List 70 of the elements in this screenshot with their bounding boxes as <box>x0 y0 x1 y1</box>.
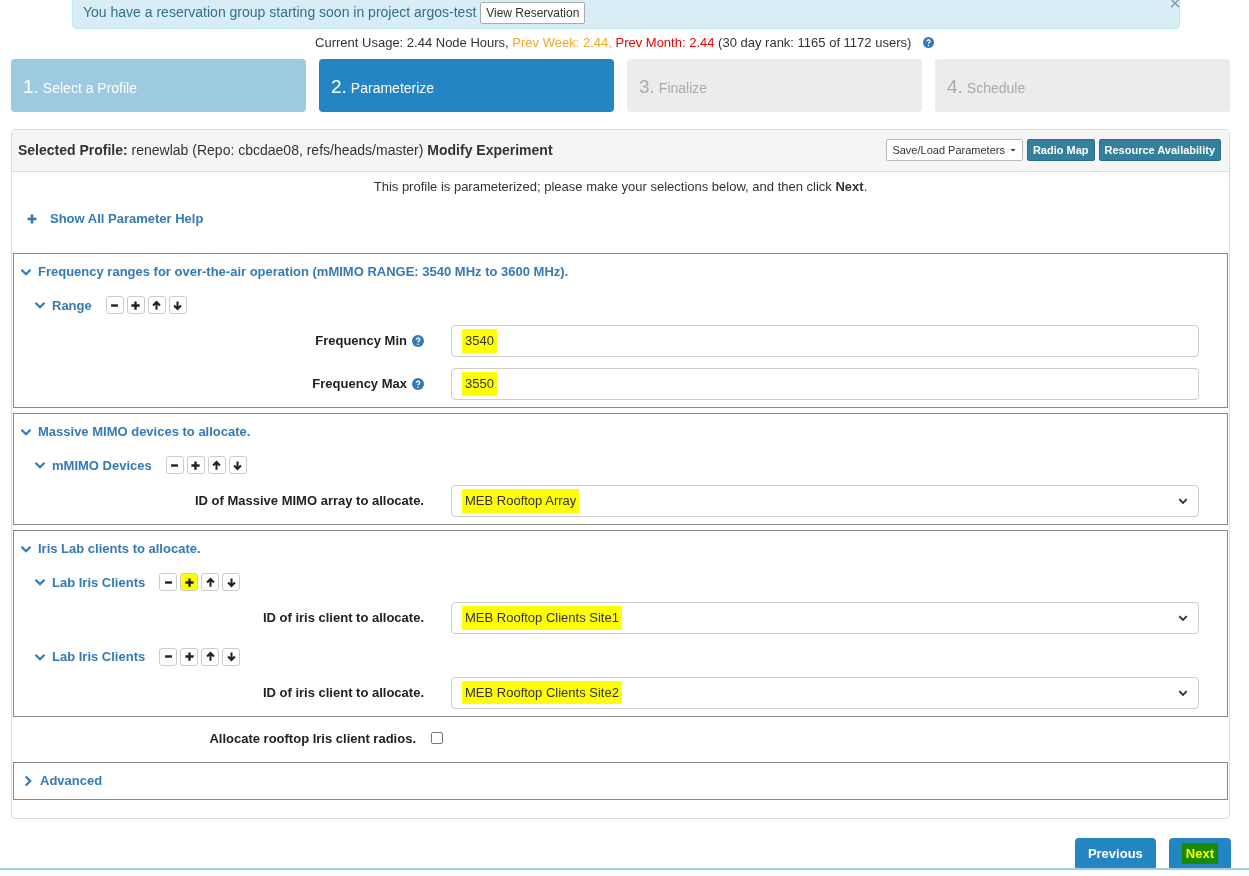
arrow-up-icon <box>204 576 216 588</box>
add-button[interactable] <box>180 647 199 666</box>
plus-icon <box>183 576 195 588</box>
chevron-down-icon <box>1178 613 1188 623</box>
move-down-button[interactable] <box>222 647 241 666</box>
nav-button[interactable]: Previous <box>1074 837 1156 870</box>
caret-icon <box>1008 146 1017 154</box>
expand-toggle[interactable] <box>22 774 34 787</box>
save-load-dropdown[interactable]: Save/Load Parameters <box>886 138 1023 162</box>
help-icon <box>922 37 934 48</box>
plus-icon <box>26 212 38 225</box>
wizard-step[interactable]: 2. Parameterize <box>319 58 614 112</box>
intro-text: This profile is parameterized; please make your selections below, and then click Next. <box>372 177 869 196</box>
nav-button[interactable]: Next <box>1168 837 1231 870</box>
add-button[interactable] <box>180 573 199 592</box>
select-field[interactable]: MEB Rooftop Array <box>451 485 1199 517</box>
arrow-down-icon <box>225 576 237 588</box>
arrow-down-icon <box>172 299 184 311</box>
arrow-up-icon <box>204 651 216 663</box>
panel-button[interactable]: Resource Availability <box>1098 138 1221 162</box>
view-reservation-button[interactable]: View Reservation <box>480 2 586 24</box>
select-field[interactable]: MEB Rooftop Clients Site2 <box>451 676 1199 709</box>
move-up-button[interactable] <box>201 573 220 592</box>
arrow-up-icon <box>211 459 223 471</box>
group-title[interactable]: Iris Lab clients to allocate. <box>38 539 201 559</box>
field-label: ID of iris client to allocate. <box>262 683 424 702</box>
field-label: ID of iris client to allocate. <box>262 609 424 628</box>
select-field[interactable]: MEB Rooftop Clients Site1 <box>451 602 1199 634</box>
plus-icon <box>183 651 195 663</box>
plus-icon <box>130 299 142 311</box>
arrow-up-icon <box>151 299 163 311</box>
checkbox[interactable] <box>431 732 443 745</box>
move-down-button[interactable] <box>168 296 187 315</box>
panel-button[interactable]: Radio Map <box>1026 138 1095 162</box>
remove-button[interactable] <box>105 296 124 315</box>
panel-heading: Selected Profile: renewlab (Repo: cbcdae08, refs/heads/master) Modify Experiment <box>18 140 553 160</box>
input-field[interactable]: 3550 <box>451 368 1199 400</box>
add-button[interactable] <box>186 456 205 475</box>
show-help-link[interactable]: Show All Parameter Help <box>26 209 204 229</box>
rank-text: (30 day rank: 1165 of 1172 users) <box>718 35 912 50</box>
plus-icon <box>190 459 202 471</box>
move-down-button[interactable] <box>228 456 247 475</box>
move-up-button[interactable] <box>147 296 166 315</box>
group-title[interactable]: Massive MIMO devices to allocate. <box>38 422 251 442</box>
list-title[interactable]: Lab Iris Clients <box>52 647 146 667</box>
group-title[interactable]: Frequency ranges for over-the-air operation (mMIMO RANGE: 3540 MHz to 3600 MHz). <box>38 262 569 282</box>
input-field[interactable]: 3540 <box>451 325 1199 357</box>
arrow-down-icon <box>225 651 237 663</box>
move-up-button[interactable] <box>201 647 220 666</box>
checkbox-label: Allocate rooftop Iris client radios. <box>208 729 416 748</box>
list-title[interactable]: Lab Iris Clients <box>52 572 146 592</box>
alert-message: You have a reservation group starting soon in project argos-test <box>83 4 477 20</box>
remove-button[interactable] <box>159 647 178 666</box>
field-label: Frequency Max <box>312 375 407 394</box>
chevron-down-icon <box>1178 496 1188 506</box>
remove-button[interactable] <box>165 456 184 475</box>
chevron-right-icon <box>22 774 34 787</box>
group-title[interactable]: Advanced <box>40 771 103 791</box>
move-down-button[interactable] <box>222 573 241 592</box>
usage-text: Current Usage: 2.44 Node Hours, <box>315 35 509 50</box>
list-title[interactable]: mMIMO Devices <box>52 455 152 475</box>
remove-button[interactable] <box>159 573 178 592</box>
field-label: Frequency Min <box>315 332 407 351</box>
add-button[interactable] <box>126 296 145 315</box>
prev-month-usage: Prev Month: 2.44 <box>615 35 715 50</box>
list-title[interactable]: Range <box>52 295 92 315</box>
move-up-button[interactable] <box>207 456 226 475</box>
arrow-down-icon <box>232 459 244 471</box>
prev-week-usage: Prev Week: 2.44, <box>512 35 612 50</box>
field-label: ID of Massive MIMO array to allocate. <box>194 492 424 511</box>
